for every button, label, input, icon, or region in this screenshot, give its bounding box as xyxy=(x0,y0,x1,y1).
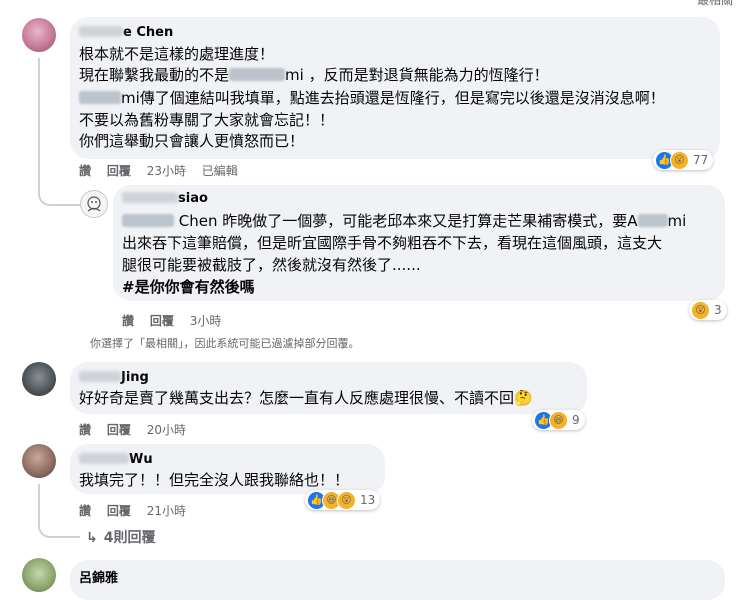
reply-button[interactable]: 回覆 xyxy=(107,423,131,437)
redaction xyxy=(229,68,286,81)
avatar[interactable] xyxy=(22,18,56,52)
timestamp[interactable]: 3小時 xyxy=(190,314,222,328)
edited-label: 已編輯 xyxy=(201,164,238,178)
comment-author[interactable]: Wu xyxy=(79,452,153,467)
filter-note: 你選擇了「最相關」，因此系統可能已過濾掉部分回覆。 xyxy=(90,337,360,350)
thread-connector xyxy=(38,510,80,538)
comment-line: #是你你會有然後嗎 xyxy=(122,278,255,296)
comment-author[interactable]: e Chen xyxy=(79,25,173,40)
comment-actions: 讚 回覆 3小時 xyxy=(122,312,233,329)
comment-line: 好好奇是賣了幾萬支出去？怎麼一直有人反應處理很慢、不讀不回🤔 xyxy=(79,388,533,409)
comment-line: 腿很可能要被截肢了，然後就沒有然後了...... xyxy=(122,256,421,274)
more-replies-link[interactable]: ↳ 4則回覆 xyxy=(86,527,155,547)
wow-reaction-icon: 😮 xyxy=(691,300,710,320)
author-name[interactable]: e Chen xyxy=(123,25,173,40)
comment-line: 我填完了！！但完全沒人跟我聯絡也！！ xyxy=(79,471,350,489)
comment-text: mi xyxy=(667,212,687,230)
wow-reaction-icon: 😮 xyxy=(337,490,356,510)
avatar[interactable] xyxy=(80,190,108,218)
avatar[interactable] xyxy=(22,558,56,592)
avatar[interactable] xyxy=(22,362,56,396)
reaction-summary[interactable]: 👍 😆 9 xyxy=(532,410,585,430)
author-name[interactable]: Wu xyxy=(129,452,153,467)
comment-line: 根本就不是這樣的處理進度！ xyxy=(79,45,275,63)
reaction-summary[interactable]: 👍 😆 😮 13 xyxy=(305,490,381,510)
comment-line: Chen 昨晚做了一個夢，可能老邱本來又是打算走芒果補寄模式，要A mi xyxy=(122,211,686,232)
thread-connector xyxy=(38,170,82,206)
avatar[interactable] xyxy=(22,444,56,478)
redaction xyxy=(79,91,121,104)
comment-line: 出來吞下這筆賠償，但是昕宜國際手骨不夠粗吞不下去，看現在這個風頭，這支大 xyxy=(122,234,663,252)
wow-reaction-icon: 😮 xyxy=(670,150,689,170)
redaction xyxy=(122,214,174,227)
timestamp[interactable]: 20小時 xyxy=(147,423,186,437)
comment-actions: 讚 回覆 23小時 已編輯 xyxy=(79,162,250,179)
comment-line: mi傳了個連結叫我填單，點進去抬頭還是恆隆行，但是寫完以後還是沒消沒息啊！ xyxy=(79,88,665,109)
reaction-count: 3 xyxy=(714,303,722,317)
reaction-count: 9 xyxy=(572,413,580,427)
reaction-count: 13 xyxy=(360,493,376,507)
timestamp[interactable]: 21小時 xyxy=(147,504,186,518)
reply-button[interactable]: 回覆 xyxy=(107,504,131,518)
reply-arrow-icon: ↳ xyxy=(86,530,98,546)
like-button[interactable]: 讚 xyxy=(79,504,91,518)
more-replies-label[interactable]: 4則回覆 xyxy=(104,530,156,546)
comment-text: 現在聯繫我最動的不是 xyxy=(79,66,230,84)
sort-label[interactable]: 最相關 xyxy=(697,0,733,8)
avatar-drawing-icon xyxy=(87,196,101,212)
comment-text: 好好奇是賣了幾萬支出去？怎麼一直有人反應處理很慢、不讀不回 xyxy=(79,389,515,407)
thinking-emoji-icon: 🤔 xyxy=(514,389,533,407)
comment-author[interactable]: Jing xyxy=(79,370,149,385)
timestamp[interactable]: 23小時 xyxy=(147,164,186,178)
author-name[interactable]: Jing xyxy=(121,370,149,385)
reaction-summary[interactable]: 😮 3 xyxy=(689,300,727,320)
comment-author[interactable]: siao xyxy=(122,191,208,206)
comment-text: Chen 昨晚做了一個夢，可能老邱本來又是打算走芒果補寄模式，要A xyxy=(178,212,638,230)
comment-author[interactable]: 呂錦雅 xyxy=(79,567,118,586)
thread-line xyxy=(38,58,40,170)
comment-text: mi傳了個連結叫我填單，點進去抬頭還是恆隆行，但是寫完以後還是沒消沒息啊！ xyxy=(121,89,665,107)
reaction-count: 77 xyxy=(693,153,709,167)
comment-actions: 讚 回覆 20小時 xyxy=(79,421,198,438)
redaction xyxy=(637,214,668,227)
reaction-summary[interactable]: 👍 😮 77 xyxy=(653,150,714,170)
comment-bubble xyxy=(70,560,725,600)
haha-reaction-icon: 😆 xyxy=(549,410,568,430)
comment-actions: 讚 回覆 21小時 xyxy=(79,502,198,519)
comment-line: 不要以為舊粉專關了大家就會忘記！！ xyxy=(79,111,335,129)
reply-button[interactable]: 回覆 xyxy=(150,314,174,328)
comment-line: 你們這舉動只會讓人更憤怒而已！ xyxy=(79,132,305,150)
like-button[interactable]: 讚 xyxy=(122,314,134,328)
like-button[interactable]: 讚 xyxy=(79,423,91,437)
comment-line: 現在聯繫我最動的不是 mi ，反而是對退貨無能為力的恆隆行！ xyxy=(79,65,549,86)
reply-button[interactable]: 回覆 xyxy=(107,164,131,178)
author-name[interactable]: siao xyxy=(178,191,208,206)
comment-text: mi ，反而是對退貨無能為力的恆隆行！ xyxy=(285,66,549,84)
